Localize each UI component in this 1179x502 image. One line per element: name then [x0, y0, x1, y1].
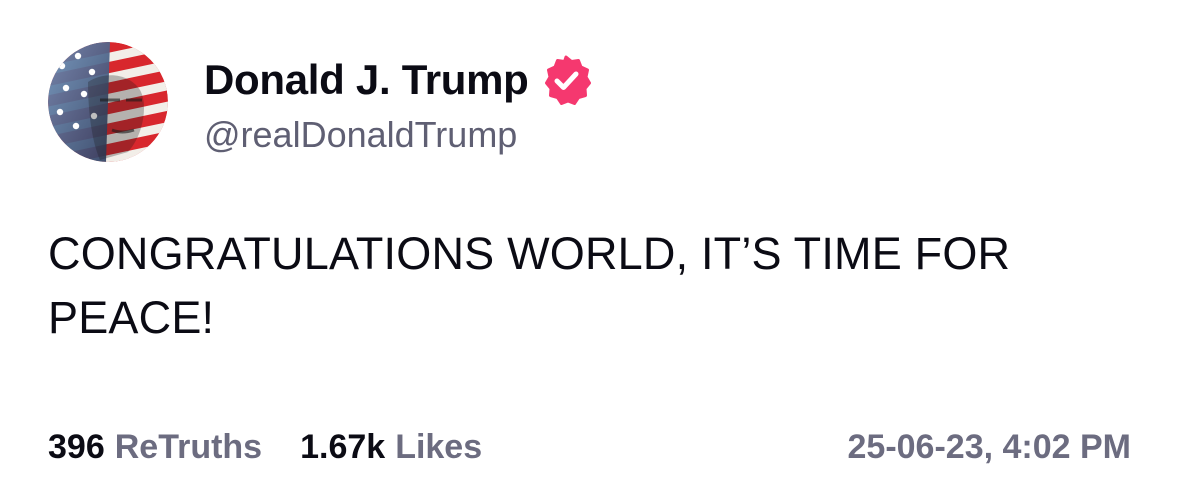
author-block: Donald J. Trump @realDonaldTrump [204, 52, 591, 156]
likes-label: Likes [395, 427, 483, 466]
post-footer: 396 ReTruths 1.67k Likes 25-06-23, 4:02 … [48, 424, 1131, 470]
retruths-stat[interactable]: 396 ReTruths [48, 428, 262, 467]
post-timestamp[interactable]: 25-06-23, 4:02 PM [848, 428, 1132, 467]
author-name-row: Donald J. Trump [204, 52, 591, 108]
avatar-image [48, 42, 168, 162]
verified-badge-icon [541, 55, 591, 105]
likes-count: 1.67k [300, 427, 386, 466]
author-display-name[interactable]: Donald J. Trump [204, 56, 529, 104]
likes-stat[interactable]: 1.67k Likes [300, 428, 482, 467]
avatar[interactable] [48, 42, 168, 162]
retruths-label: ReTruths [114, 427, 263, 466]
post-text: CONGRATULATIONS WORLD, IT’S TIME FOR PEA… [48, 228, 1011, 343]
author-handle[interactable]: @realDonaldTrump [204, 114, 591, 156]
retruths-count: 396 [48, 427, 105, 466]
post-card: Donald J. Trump @realDonaldTrump CONGRAT… [0, 0, 1179, 502]
